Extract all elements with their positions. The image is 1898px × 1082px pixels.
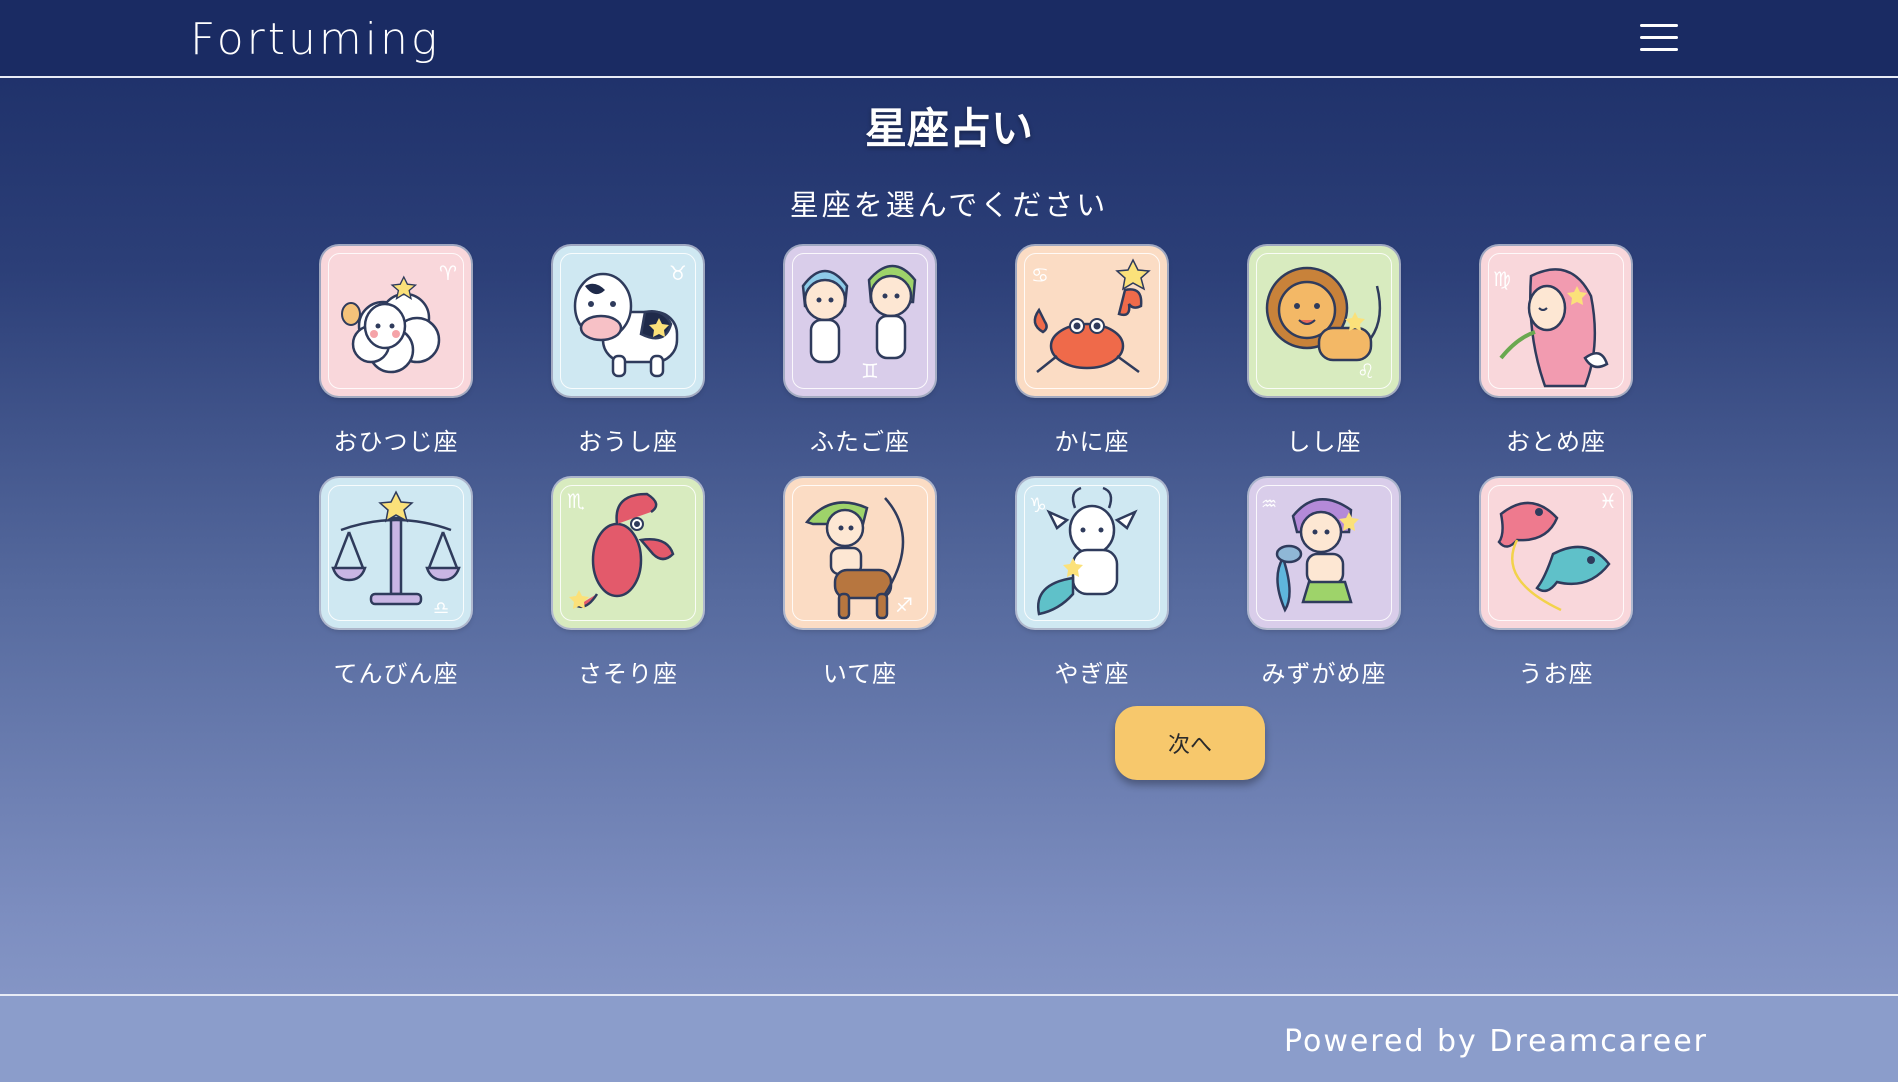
hamburger-menu-icon[interactable]: [1638, 22, 1682, 56]
svg-text:♉: ♉: [669, 261, 687, 285]
sign-option-aries[interactable]: ♈ おひつじ座: [280, 246, 512, 478]
leo-lion-icon[interactable]: ♌: [1249, 246, 1399, 396]
sign-option-sagittarius[interactable]: ♐ いて座: [744, 478, 976, 710]
virgo-maiden-icon[interactable]: ♍: [1481, 246, 1631, 396]
svg-text:♒: ♒: [1261, 494, 1277, 515]
svg-text:♊: ♊: [861, 359, 879, 383]
sign-option-gemini[interactable]: ♊ ふたご座: [744, 246, 976, 478]
scorpio-scorpion-icon[interactable]: ♏: [553, 478, 703, 628]
sign-label: さそり座: [578, 660, 678, 688]
sign-option-pisces[interactable]: ♓ うお座: [1440, 478, 1672, 710]
taurus-cow-icon[interactable]: ♉: [553, 246, 703, 396]
svg-text:♎: ♎: [433, 598, 449, 619]
sign-label: おひつじ座: [333, 428, 459, 456]
svg-text:♋: ♋: [1031, 263, 1049, 287]
sign-option-libra[interactable]: ♎ てんびん座: [280, 478, 512, 710]
cancer-crab-icon[interactable]: ♋: [1017, 246, 1167, 396]
svg-text:♐: ♐: [895, 593, 913, 617]
svg-text:♓: ♓: [1599, 489, 1617, 513]
aries-sheep-icon[interactable]: ♈: [321, 246, 471, 396]
sign-label: おうし座: [578, 428, 678, 456]
next-button[interactable]: 次へ: [1115, 706, 1265, 780]
svg-text:♍: ♍: [1493, 267, 1511, 291]
libra-scales-icon[interactable]: ♎: [321, 478, 471, 628]
svg-text:♌: ♌: [1357, 359, 1375, 383]
svg-text:♑: ♑: [1029, 493, 1047, 517]
page-title: 星座占い: [864, 104, 1033, 153]
sign-option-aquarius[interactable]: ♒ みずがめ座: [1208, 478, 1440, 710]
sign-option-scorpio[interactable]: ♏ さそり座: [512, 478, 744, 710]
site-logo[interactable]: Fortuming: [190, 14, 440, 65]
svg-text:♏: ♏: [567, 489, 585, 513]
zodiac-sign-grid: ♈ おひつじ座 ♉ おうし座 ♊ ふたご座 ♋ かに座 ♌ しし座 ♍ おとめ座…: [280, 246, 1631, 710]
powered-by-text: Powered by Dreamcareer: [1283, 1024, 1708, 1059]
sign-option-cancer[interactable]: ♋ かに座: [976, 246, 1208, 478]
sign-option-leo[interactable]: ♌ しし座: [1208, 246, 1440, 478]
gemini-twins-icon[interactable]: ♊: [785, 246, 935, 396]
svg-text:♈: ♈: [439, 261, 457, 285]
site-header: Fortuming: [0, 0, 1898, 78]
sign-option-capricorn[interactable]: ♑ やぎ座: [976, 478, 1208, 710]
sign-label: てんびん座: [333, 660, 459, 688]
sign-label: やぎ座: [1054, 660, 1130, 688]
sign-label: おとめ座: [1506, 428, 1606, 456]
sign-option-taurus[interactable]: ♉ おうし座: [512, 246, 744, 478]
pisces-fish-icon[interactable]: ♓: [1481, 478, 1631, 628]
sign-label: しし座: [1286, 428, 1362, 456]
sign-label: みずがめ座: [1261, 660, 1387, 688]
site-footer: Powered by Dreamcareer: [0, 994, 1898, 1082]
sign-label: いて座: [822, 660, 898, 688]
aquarius-water-bearer-icon[interactable]: ♒: [1249, 478, 1399, 628]
page-subtitle: 星座を選んでください: [789, 188, 1109, 222]
sign-label: うお座: [1518, 660, 1594, 688]
sign-label: かに座: [1054, 428, 1130, 456]
capricorn-goat-icon[interactable]: ♑: [1017, 478, 1167, 628]
sagittarius-archer-icon[interactable]: ♐: [785, 478, 935, 628]
sign-label: ふたご座: [810, 428, 910, 456]
sign-option-virgo[interactable]: ♍ おとめ座: [1440, 246, 1672, 478]
